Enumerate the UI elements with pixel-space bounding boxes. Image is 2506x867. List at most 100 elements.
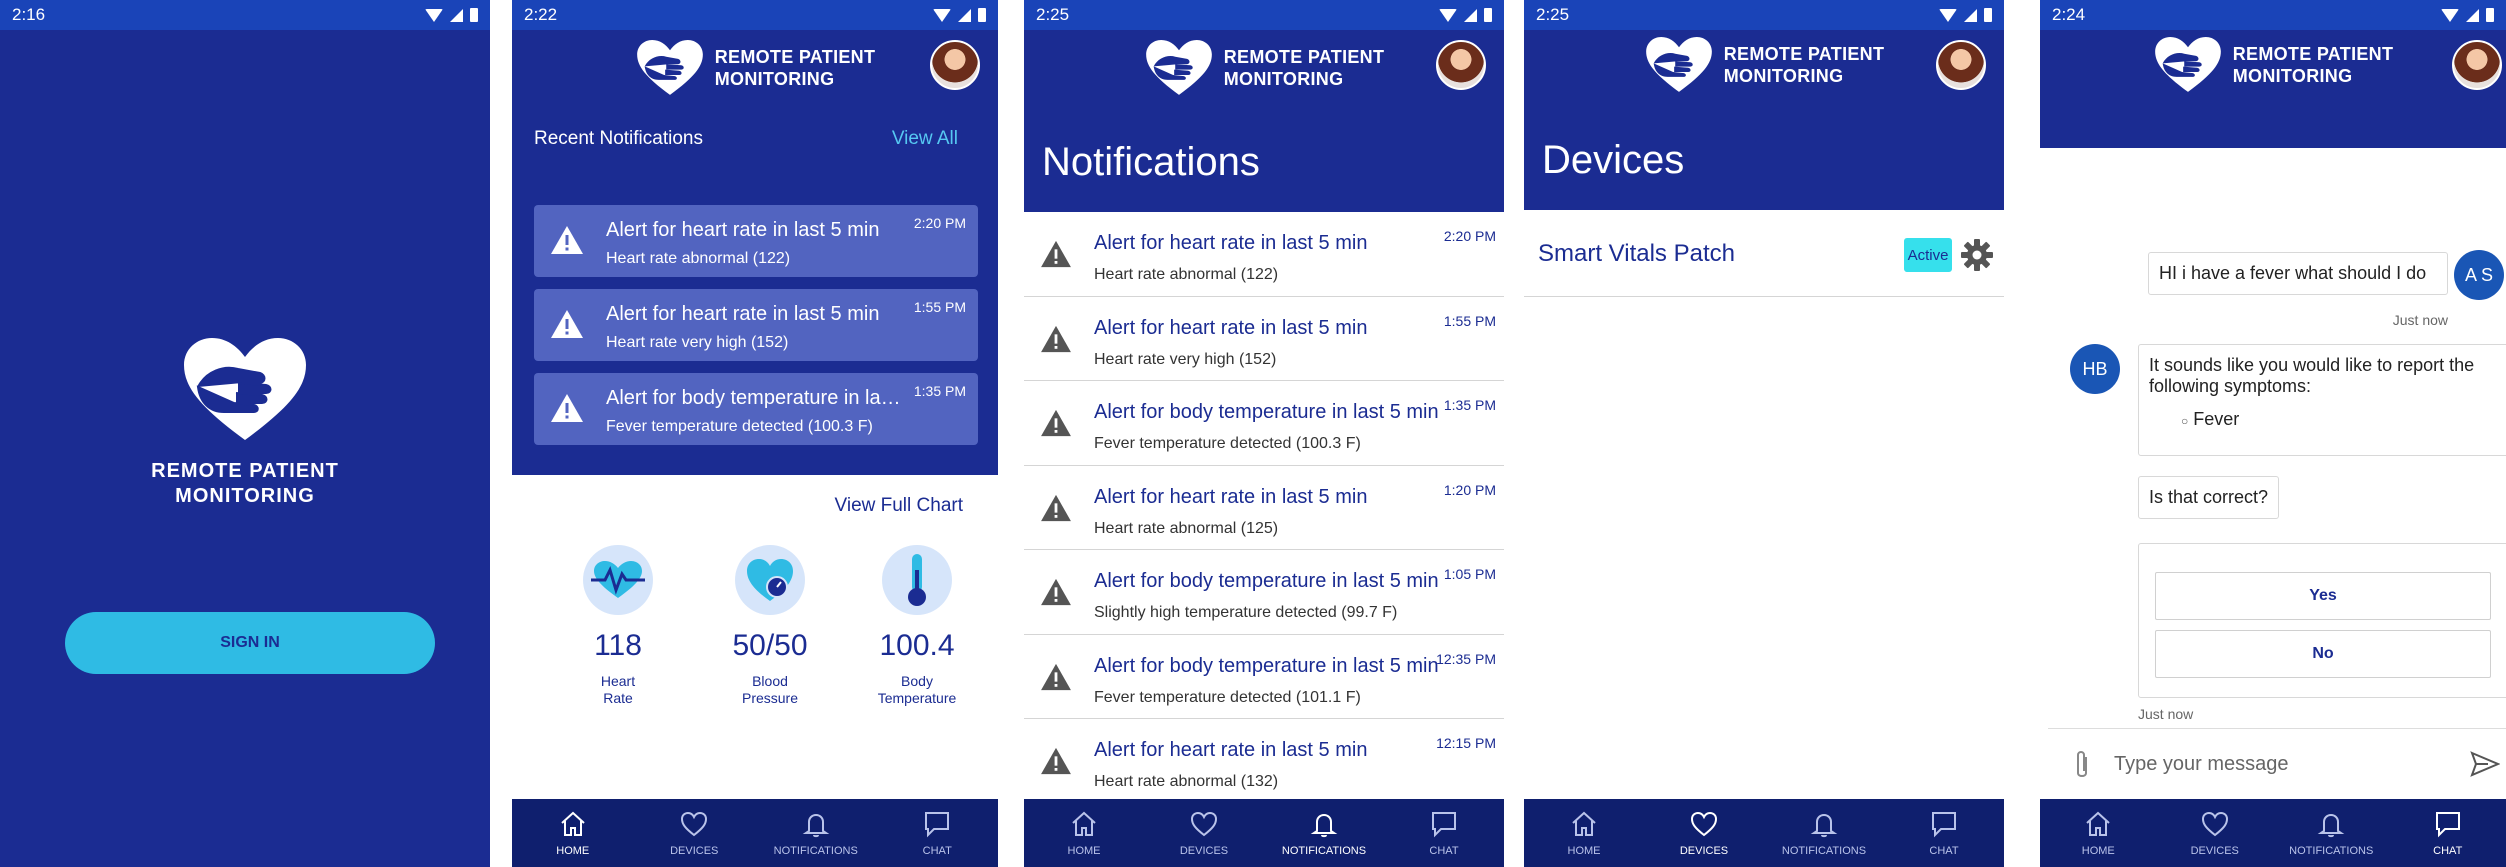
heart-hand-icon — [184, 338, 306, 440]
device-item[interactable]: Smart Vitals Patch Active — [1524, 222, 2004, 297]
recent-notifications-title: Recent Notifications — [534, 128, 703, 149]
nav-devices[interactable]: DEVICES — [1144, 809, 1264, 857]
nav-chat[interactable]: CHAT — [1384, 809, 1504, 857]
alert-card[interactable]: Alert for heart rate in last 5 min Heart… — [534, 205, 978, 277]
app-header: REMOTE PATIENT MONITORING — [2040, 30, 2506, 130]
vital-label: Blood — [752, 673, 788, 689]
device-name: Smart Vitals Patch — [1538, 240, 1735, 267]
chat-icon — [2435, 812, 2460, 838]
alert-card[interactable]: Alert for heart rate in last 5 min Heart… — [534, 289, 978, 361]
gear-icon[interactable] — [1960, 238, 1994, 272]
sign-in-button[interactable]: SIGN IN — [65, 612, 435, 674]
vital-body-temperature[interactable]: 100.4 Body Temperature — [852, 545, 982, 707]
app-header: REMOTE PATIENT MONITORING — [1524, 30, 2004, 130]
nav-notifications[interactable]: NOTIFICATIONS — [1764, 809, 1884, 857]
nav-label: NOTIFICATIONS — [2289, 845, 2374, 857]
nav-chat[interactable]: CHAT — [877, 809, 999, 857]
alert-time: 2:20 PM — [913, 215, 966, 231]
signal-icon — [450, 8, 463, 22]
nav-devices[interactable]: DEVICES — [1644, 809, 1764, 857]
yes-button[interactable]: Yes — [2155, 572, 2491, 620]
nav-devices[interactable]: DEVICES — [2157, 809, 2274, 857]
nav-chat[interactable]: CHAT — [2390, 809, 2506, 857]
vital-blood-pressure[interactable]: 50/50 Blood Pressure — [705, 545, 835, 707]
notification-title: Alert for heart rate in last 5 min — [1094, 232, 1368, 254]
notification-detail: Fever temperature detected (100.3 F) — [1094, 435, 1361, 452]
vital-label: Pressure — [741, 690, 799, 706]
status-bar: 2:16 — [0, 0, 490, 30]
nav-label: DEVICES — [1679, 845, 1729, 857]
bot-message-bubble: It sounds like you would like to report … — [2138, 344, 2506, 456]
chat-icon — [925, 812, 950, 838]
bottom-navigation: HOME DEVICES NOTIFICATIONS CHAT — [512, 799, 998, 867]
notification-item[interactable]: Alert for heart rate in last 5 min Heart… — [1024, 212, 1504, 297]
nav-devices[interactable]: DEVICES — [634, 809, 756, 857]
heart-outline-icon — [1190, 811, 1218, 837]
warning-icon — [551, 310, 583, 338]
nav-notifications[interactable]: NOTIFICATIONS — [1264, 809, 1384, 857]
nav-home[interactable]: HOME — [1024, 809, 1144, 857]
home-icon — [1572, 811, 1596, 836]
bot-question-bubble: Is that correct? — [2138, 476, 2280, 519]
battery-icon — [978, 8, 986, 22]
nav-label: HOME — [2081, 845, 2115, 857]
vital-heart-rate[interactable]: 118 Heart Rate — [553, 545, 683, 707]
nav-label: NOTIFICATIONS — [773, 845, 858, 857]
user-avatar[interactable] — [930, 40, 980, 90]
nav-label: NOTIFICATIONS — [1281, 845, 1367, 857]
status-time: 2:25 — [1536, 5, 1570, 24]
message-timestamp: Just now — [2392, 312, 2448, 328]
user-avatar[interactable] — [1436, 40, 1486, 90]
app-header: REMOTE PATIENT MONITORING — [512, 30, 998, 105]
send-icon[interactable] — [2470, 751, 2500, 777]
no-button[interactable]: No — [2155, 630, 2491, 678]
alert-detail: Fever temperature detected (100.3 F) — [606, 418, 873, 435]
view-full-chart-link[interactable]: View Full Chart — [835, 495, 963, 517]
status-time: 2:16 — [12, 5, 46, 24]
notification-item[interactable]: Alert for heart rate in last 5 min Heart… — [1024, 466, 1504, 550]
nav-label: CHAT — [1929, 845, 1959, 857]
brand-line2: MONITORING — [175, 485, 315, 507]
home-icon — [2086, 811, 2110, 836]
heart-outline-icon — [2201, 811, 2228, 837]
signal-icon — [958, 8, 971, 22]
vital-label: Heart — [600, 673, 636, 689]
notifications-screen: 2:25 REMOTE PATIENT MONITORING Notificati… — [1024, 0, 1504, 867]
view-all-link[interactable]: View All — [892, 128, 958, 150]
notification-item[interactable]: Alert for body temperature in last 5 min… — [1024, 635, 1504, 719]
login-screen: 2:16 REMOTE PATIENT MONITORING SIGN IN — [0, 0, 490, 867]
notification-detail: Slightly high temperature detected (99.7… — [1094, 604, 1398, 621]
notification-item[interactable]: Alert for heart rate in last 5 min Heart… — [1024, 719, 1504, 804]
message-input[interactable]: Type your message — [2114, 753, 2289, 776]
notification-list: Alert for heart rate in last 5 min Heart… — [1024, 212, 1504, 804]
app-header: REMOTE PATIENT MONITORING — [1024, 30, 1504, 135]
nav-home[interactable]: HOME — [2040, 809, 2157, 857]
notification-item[interactable]: Alert for heart rate in last 5 min Heart… — [1024, 297, 1504, 381]
nav-notifications[interactable]: NOTIFICATIONS — [2273, 809, 2390, 857]
notification-time: 1:20 PM — [1443, 481, 1496, 498]
signal-icon — [1964, 8, 1977, 22]
battery-icon — [2486, 8, 2494, 22]
bot-avatar: HB — [2070, 344, 2120, 394]
user-avatar[interactable] — [1936, 40, 1986, 90]
signal-icon — [1464, 8, 1477, 22]
notification-time: 12:15 PM — [1436, 735, 1496, 751]
nav-home[interactable]: HOME — [512, 809, 634, 857]
paperclip-icon[interactable] — [2072, 749, 2092, 781]
nav-chat[interactable]: CHAT — [1884, 809, 2004, 857]
nav-notifications[interactable]: NOTIFICATIONS — [755, 809, 877, 857]
alert-card[interactable]: Alert for body temperature in last 5 min… — [534, 373, 978, 445]
thermometer-icon — [908, 554, 926, 606]
alert-title: Alert for body temperature in last 5 min — [606, 387, 906, 409]
notification-item[interactable]: Alert for body temperature in last 5 min… — [1024, 381, 1504, 466]
battery-icon — [470, 8, 478, 22]
home-screen: 2:22 REMOTE PATIENT MONITORING Recent Not… — [512, 0, 998, 867]
alert-detail: Heart rate abnormal (122) — [606, 250, 791, 267]
heart-outline-icon — [681, 811, 708, 837]
user-avatar[interactable] — [2452, 40, 2502, 90]
heart-hand-icon — [2154, 37, 2221, 92]
heart-hand-icon — [1645, 37, 1712, 92]
nav-home[interactable]: HOME — [1524, 809, 1644, 857]
notification-item[interactable]: Alert for body temperature in last 5 min… — [1024, 550, 1504, 635]
brand-line1: REMOTE PATIENT — [151, 460, 339, 482]
